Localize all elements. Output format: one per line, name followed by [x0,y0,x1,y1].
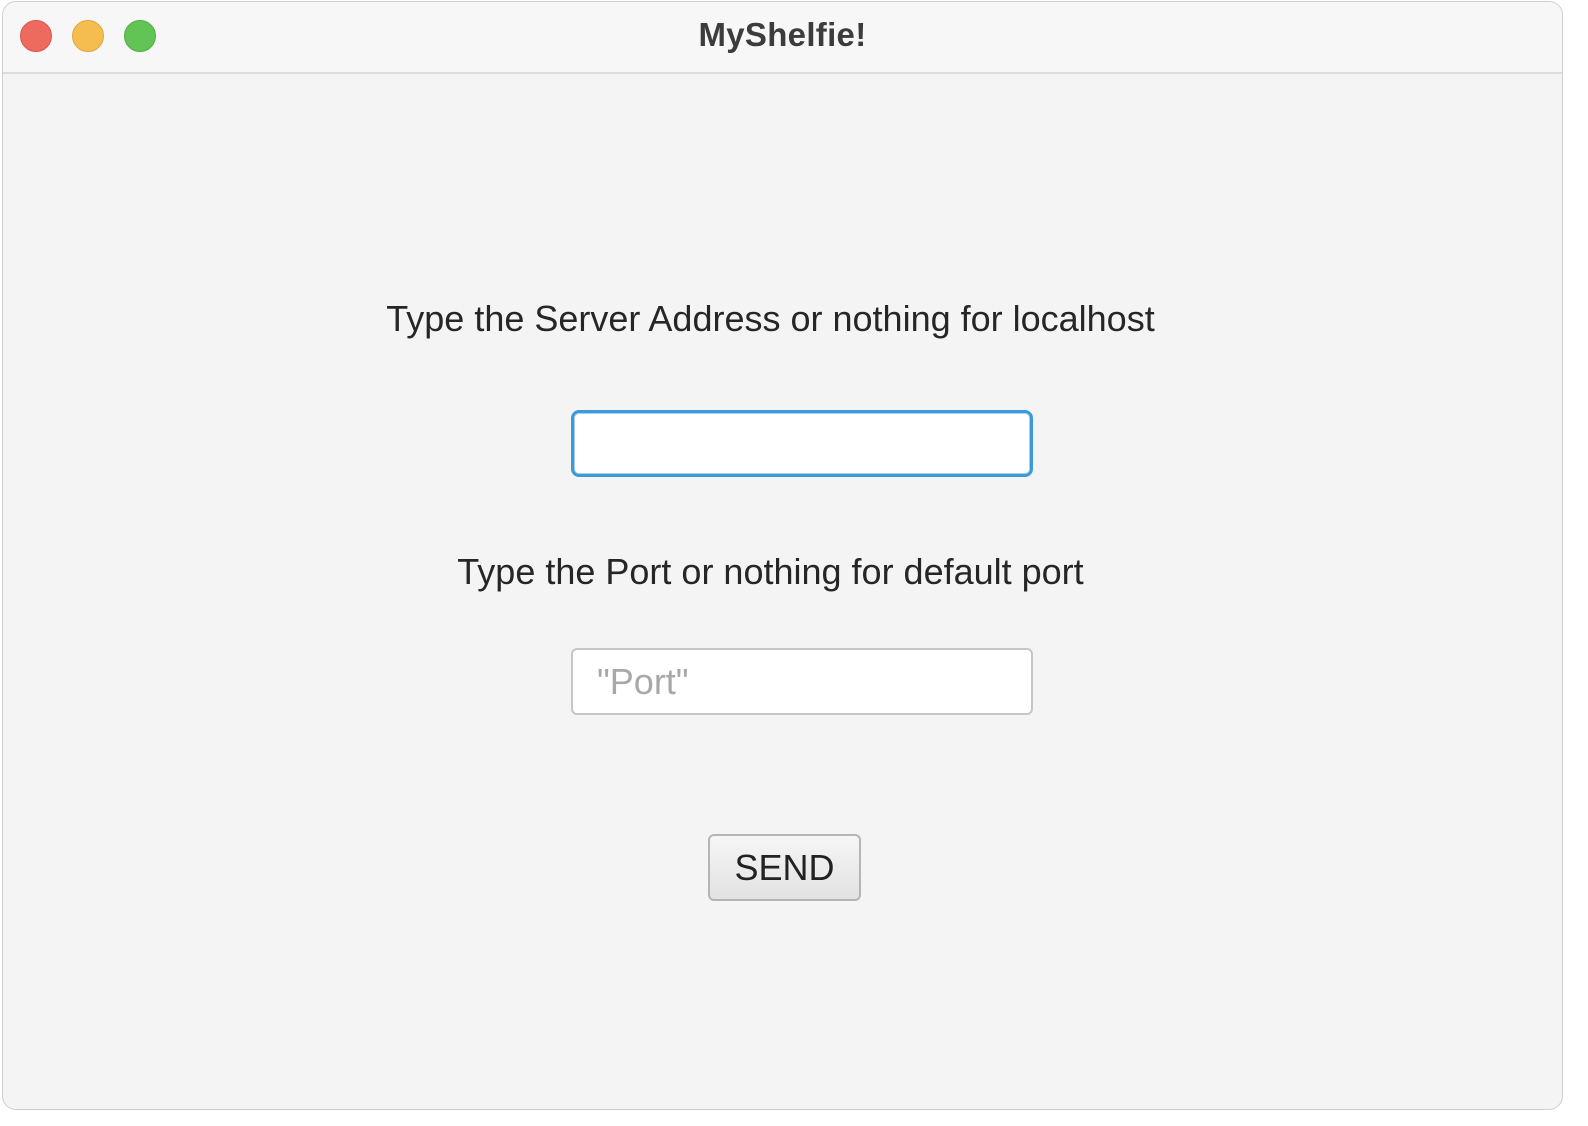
window-title: MyShelfie! [698,16,867,53]
port-input[interactable] [571,648,1033,715]
send-button[interactable]: SEND [708,834,861,901]
server-address-label: Type the Server Address or nothing for l… [386,298,1155,339]
server-address-input[interactable] [571,410,1033,477]
port-label: Type the Port or nothing for default por… [457,551,1084,592]
title-bar[interactable]: MyShelfie! [3,2,1562,74]
app-window: MyShelfie! Type the Server Address or no… [2,1,1563,1110]
